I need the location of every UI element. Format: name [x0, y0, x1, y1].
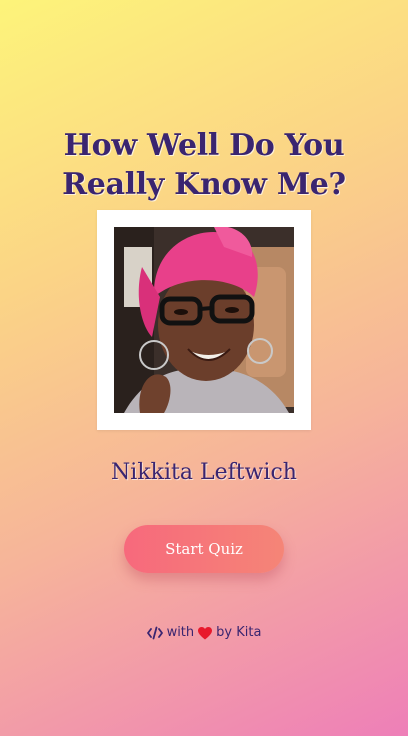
profile-photo-illustration — [114, 227, 294, 413]
profile-photo — [114, 227, 294, 413]
heart-icon — [198, 626, 213, 640]
title-line-1: How Well Do You — [63, 128, 345, 164]
title-line-2: Really Know Me? — [62, 167, 346, 203]
profile-photo-frame — [97, 210, 311, 430]
footer-credit: with by Kita — [0, 623, 408, 643]
footer-by-text: by Kita — [216, 625, 262, 640]
profile-name: Nikkita Leftwich — [111, 460, 297, 485]
code-icon — [146, 626, 163, 640]
start-quiz-button[interactable]: Start Quiz — [124, 525, 284, 573]
footer-with-text: with — [166, 625, 195, 640]
page-title: How Well Do You Really Know Me? — [0, 126, 408, 204]
